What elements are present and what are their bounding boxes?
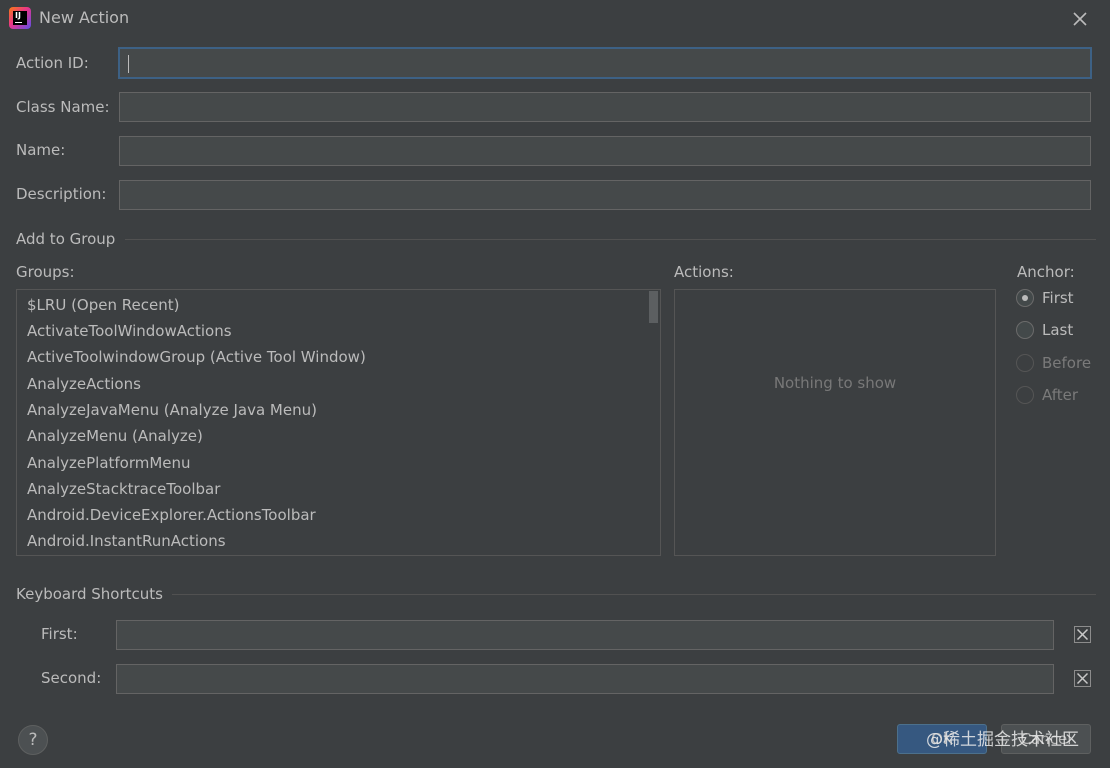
anchor-after-option: After	[1015, 386, 1095, 408]
close-icon[interactable]	[1067, 6, 1093, 32]
help-button[interactable]: ?	[18, 725, 48, 755]
clear-first-shortcut-button[interactable]	[1074, 626, 1091, 643]
class-name-input[interactable]	[119, 92, 1091, 122]
radio-button-disabled	[1016, 354, 1034, 372]
clear-icon	[1076, 628, 1089, 641]
watermark-text: @稀土掘金技术社区	[926, 730, 1079, 750]
radio-button-checked[interactable]	[1016, 289, 1034, 307]
description-label: Description:	[16, 185, 107, 203]
clear-second-shortcut-button[interactable]	[1074, 670, 1091, 687]
groups-scrollbar[interactable]	[649, 291, 658, 323]
action-id-input[interactable]	[118, 47, 1092, 79]
list-item[interactable]: Android.DeviceExplorer.ActionsToolbar	[27, 506, 316, 524]
description-input[interactable]	[119, 180, 1091, 210]
anchor-first-option[interactable]: First	[1015, 289, 1095, 311]
list-item[interactable]: AnalyzeMenu (Analyze)	[27, 427, 203, 445]
groups-label: Groups:	[16, 263, 75, 281]
section-divider	[125, 239, 1096, 240]
text-caret	[128, 55, 129, 73]
app-icon-text: IJ	[15, 11, 21, 20]
list-item[interactable]: AnalyzePlatformMenu	[27, 454, 191, 472]
actions-empty-text: Nothing to show	[773, 374, 897, 392]
first-shortcut-label: First:	[41, 625, 78, 643]
anchor-before-option: Before	[1015, 354, 1105, 376]
list-item[interactable]: AnalyzeJavaMenu (Analyze Java Menu)	[27, 401, 317, 419]
anchor-first-label: First	[1042, 289, 1074, 307]
dialog-title: New Action	[39, 8, 130, 27]
add-to-group-title: Add to Group	[16, 230, 116, 248]
radio-button-disabled	[1016, 386, 1034, 404]
keyboard-shortcuts-title: Keyboard Shortcuts	[16, 585, 163, 603]
groups-list[interactable]: $LRU (Open Recent) ActivateToolWindowAct…	[16, 289, 661, 556]
anchor-last-option[interactable]: Last	[1015, 321, 1095, 343]
anchor-last-label: Last	[1042, 321, 1074, 339]
class-name-label: Class Name:	[16, 98, 110, 116]
name-label: Name:	[16, 141, 66, 159]
clear-icon	[1076, 672, 1089, 685]
section-divider	[172, 594, 1096, 595]
intellij-idea-icon: IJ	[9, 7, 31, 29]
actions-label: Actions:	[674, 263, 734, 281]
first-shortcut-input[interactable]	[116, 620, 1054, 650]
list-item[interactable]: AnalyzeStacktraceToolbar	[27, 480, 220, 498]
second-shortcut-input[interactable]	[116, 664, 1054, 694]
action-id-label: Action ID:	[16, 54, 89, 72]
second-shortcut-label: Second:	[41, 669, 102, 687]
anchor-before-label: Before	[1042, 354, 1092, 372]
anchor-after-label: After	[1042, 386, 1079, 404]
list-item[interactable]: ActivateToolWindowActions	[27, 322, 232, 340]
anchor-label: Anchor:	[1017, 263, 1075, 281]
name-input[interactable]	[119, 136, 1091, 166]
radio-button[interactable]	[1016, 321, 1034, 339]
list-item[interactable]: $LRU (Open Recent)	[27, 296, 179, 314]
list-item[interactable]: ActiveToolwindowGroup (Active Tool Windo…	[27, 348, 366, 366]
actions-list[interactable]: Nothing to show	[674, 289, 996, 556]
list-item[interactable]: Android.InstantRunActions	[27, 532, 226, 550]
list-item[interactable]: AnalyzeActions	[27, 375, 141, 393]
